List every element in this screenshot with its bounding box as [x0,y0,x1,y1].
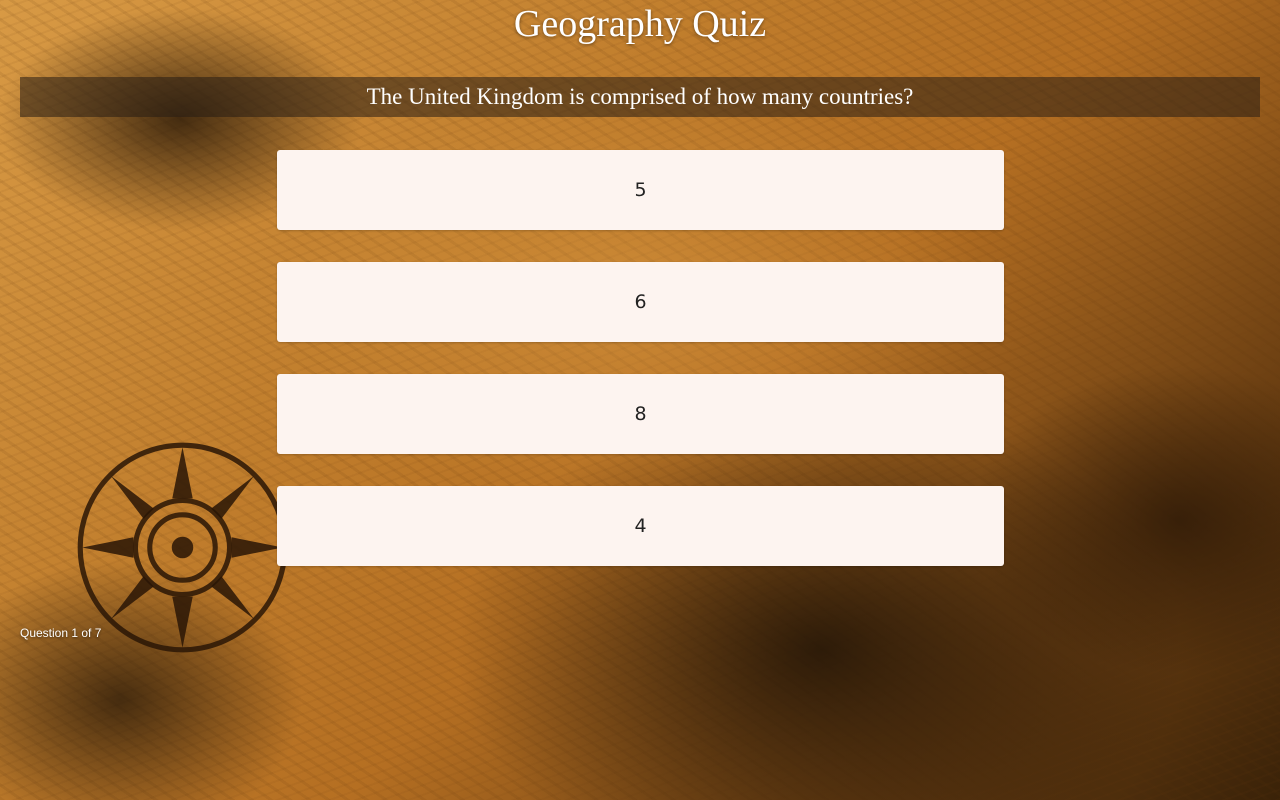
question-bar: The United Kingdom is comprised of how m… [20,77,1260,117]
question-progress: Question 1 of 7 [20,626,102,640]
answer-label: 5 [634,179,647,201]
answer-button-2[interactable]: 6 [277,262,1004,342]
answer-button-4[interactable]: 4 [277,486,1004,566]
answer-button-1[interactable]: 5 [277,150,1004,230]
page-title: Geography Quiz [513,3,767,45]
compass-rose-icon [77,442,288,653]
question-text: The United Kingdom is comprised of how m… [366,84,914,109]
answer-label: 6 [634,291,647,313]
answer-button-3[interactable]: 8 [277,374,1004,454]
answer-label: 4 [634,515,647,537]
answer-list: 5 6 8 4 [277,150,1004,598]
answer-label: 8 [634,403,647,425]
